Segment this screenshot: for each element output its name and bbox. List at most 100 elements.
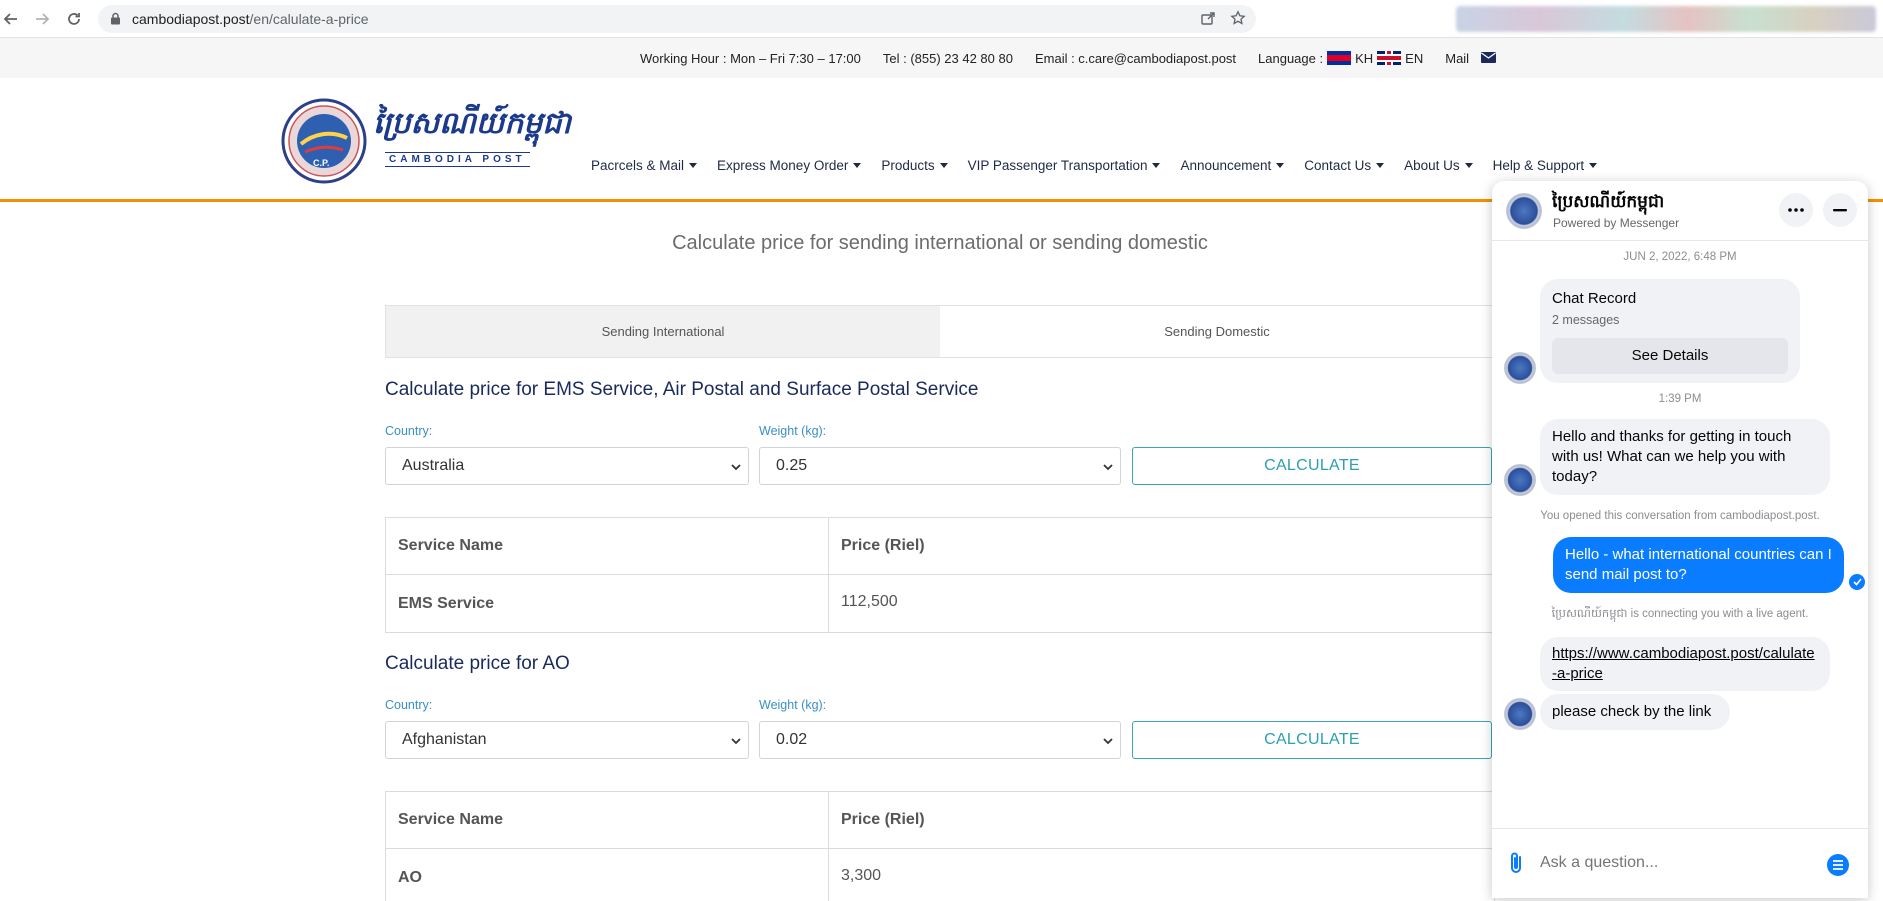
chat-message-input[interactable] [1540, 851, 1820, 875]
agent-avatar [1504, 352, 1536, 384]
nav-vip-passenger[interactable]: VIP Passenger Transportation [968, 158, 1161, 173]
agent-link-message: https://www.cambodiapost.post/calulate-a… [1540, 637, 1830, 691]
nav-help-support[interactable]: Help & Support [1493, 158, 1598, 173]
menu-lines-icon[interactable] [1826, 853, 1850, 882]
agent-message: please check by the link [1540, 694, 1730, 730]
nav-about-us[interactable]: About Us [1404, 158, 1473, 173]
forward-icon[interactable] [31, 8, 53, 30]
cambodia-flag-icon[interactable] [1327, 51, 1352, 65]
conversation-origin-note: You opened this conversation from cambod… [1540, 510, 1820, 522]
service-name-cell: AO [386, 849, 829, 901]
ao-section-title: Calculate price for AO [385, 653, 570, 674]
share-icon[interactable] [1200, 10, 1216, 31]
nav-products[interactable]: Products [881, 158, 948, 173]
caret-down-icon [939, 163, 948, 168]
nav-announcement[interactable]: Announcement [1180, 158, 1285, 173]
see-details-button[interactable]: See Details [1552, 338, 1788, 374]
ao-weight-select[interactable]: 0.02 [759, 721, 1121, 759]
caret-down-icon [1152, 163, 1161, 168]
working-hour: Working Hour : Mon – Fri 7:30 – 17:00 [640, 50, 861, 66]
url-text: cambodiapost.post/en/calulate-a-price [132, 11, 369, 27]
chat-page-name: ប្រៃសណីយ៍កម្ពុជា [1552, 192, 1665, 212]
main-navigation: Pacrcels & Mail Express Money Order Prod… [591, 158, 1598, 173]
messenger-chat-widget: ប្រៃសណីយ៍កម្ពុជា Powered by Messenger JU… [1492, 181, 1868, 898]
chevron-down-icon [731, 738, 741, 745]
sending-tabs: Sending International Sending Domestic [385, 305, 1495, 358]
nav-contact-us[interactable]: Contact Us [1304, 158, 1385, 173]
column-header-price: Price (Riel) [841, 537, 925, 554]
chevron-down-icon [731, 464, 741, 471]
ems-country-label: Country: [385, 424, 433, 438]
address-bar[interactable]: cambodiapost.post/en/calulate-a-price [98, 5, 1256, 33]
lock-icon [110, 12, 121, 30]
contact-info-bar: Working Hour : Mon – Fri 7:30 – 17:00 Te… [0, 38, 1883, 78]
minimize-chat-button[interactable] [1823, 193, 1857, 227]
ao-weight-label: Weight (kg): [759, 698, 827, 712]
column-header-service-name: Service Name [386, 518, 829, 574]
caret-down-icon [853, 163, 862, 168]
more-options-button[interactable] [1779, 193, 1813, 227]
chat-record-card: Chat Record 2 messages See Details [1540, 279, 1800, 383]
agent-avatar [1504, 464, 1536, 496]
envelope-icon[interactable] [1481, 51, 1497, 66]
page-avatar [1506, 193, 1542, 229]
browser-toolbar: cambodiapost.post/en/calulate-a-price [0, 0, 1883, 38]
chat-record-title: Chat Record [1552, 290, 1637, 307]
ems-country-select[interactable]: Australia [385, 447, 749, 485]
chat-record-count: 2 messages [1552, 313, 1620, 327]
ems-weight-select[interactable]: 0.25 [759, 447, 1121, 485]
agent-avatar [1504, 698, 1536, 730]
caret-down-icon [1464, 163, 1473, 168]
column-header-price: Price (Riel) [841, 811, 925, 828]
ao-calculate-button[interactable]: CALCULATE [1132, 721, 1492, 759]
ems-calculate-button[interactable]: CALCULATE [1132, 447, 1492, 485]
ems-section-title: Calculate price for EMS Service, Air Pos… [385, 379, 979, 400]
minimize-icon [1833, 208, 1847, 211]
service-name-cell: EMS Service [386, 575, 829, 632]
language-switcher: Language : KH EN [1258, 50, 1424, 66]
price-cell: 3,300 [841, 867, 882, 884]
nav-express-money-order[interactable]: Express Money Order [717, 158, 862, 173]
caret-down-icon [689, 163, 698, 168]
chat-timestamp: JUN 2, 2022, 6:48 PM [1623, 251, 1737, 263]
uk-flag-icon[interactable] [1377, 51, 1402, 65]
ellipsis-icon [1788, 208, 1804, 212]
site-logo[interactable]: C.P. ប្រៃសណីយ៍កម្ពុជា CAMBODIA POST [281, 92, 571, 190]
table-row: EMS Service 112,500 [386, 575, 1494, 632]
chat-timestamp: 1:39 PM [1658, 393, 1702, 405]
user-message: Hello - what international countries can… [1553, 537, 1844, 593]
lang-en-link[interactable]: EN [1405, 51, 1423, 66]
ems-weight-label: Weight (kg): [759, 424, 827, 438]
cambodia-post-emblem-icon: C.P. [281, 98, 367, 184]
tab-sending-domestic[interactable]: Sending Domestic [940, 306, 1494, 357]
seen-check-icon [1849, 574, 1865, 590]
logo-khmer-text: ប្រៃសណីយ៍កម្ពុជា [373, 106, 571, 141]
ao-country-select[interactable]: Afghanistan [385, 721, 749, 759]
chat-header: ប្រៃសណីយ៍កម្ពុជា Powered by Messenger [1492, 181, 1868, 241]
table-header-row: Service Name Price (Riel) [386, 518, 1494, 575]
table-header-row: Service Name Price (Riel) [386, 792, 1494, 849]
bookmark-star-icon[interactable] [1230, 10, 1246, 31]
price-cell: 112,500 [841, 593, 898, 610]
attachment-paperclip-icon[interactable] [1508, 851, 1524, 880]
caret-down-icon [1589, 163, 1598, 168]
live-agent-note: ប្រៃសណីយ៍កម្ពុជា is connecting you with … [1551, 608, 1809, 620]
caret-down-icon [1376, 163, 1385, 168]
ao-price-table: Service Name Price (Riel) AO 3,300 [385, 791, 1495, 901]
chevron-down-icon [1103, 464, 1113, 471]
chat-composer [1492, 828, 1868, 898]
tab-sending-international[interactable]: Sending International [386, 306, 940, 357]
nav-parcels-mail[interactable]: Pacrcels & Mail [591, 158, 698, 173]
ems-price-table: Service Name Price (Riel) EMS Service 11… [385, 517, 1495, 633]
lang-kh-link[interactable]: KH [1355, 51, 1373, 66]
email: Email : c.care@cambodiapost.post [1034, 50, 1237, 66]
agent-message: Hello and thanks for getting in touch wi… [1540, 419, 1830, 495]
mail-link[interactable]: Mail [1445, 51, 1497, 66]
reload-icon[interactable] [63, 8, 85, 30]
price-page-link[interactable]: https://www.cambodiapost.post/calulate-a… [1552, 645, 1815, 682]
telephone: Tel : (855) 23 42 80 80 [882, 50, 1013, 66]
svg-text:C.P.: C.P. [313, 158, 329, 168]
column-header-service-name: Service Name [386, 792, 829, 848]
caret-down-icon [1276, 163, 1285, 168]
back-icon[interactable] [0, 8, 22, 30]
